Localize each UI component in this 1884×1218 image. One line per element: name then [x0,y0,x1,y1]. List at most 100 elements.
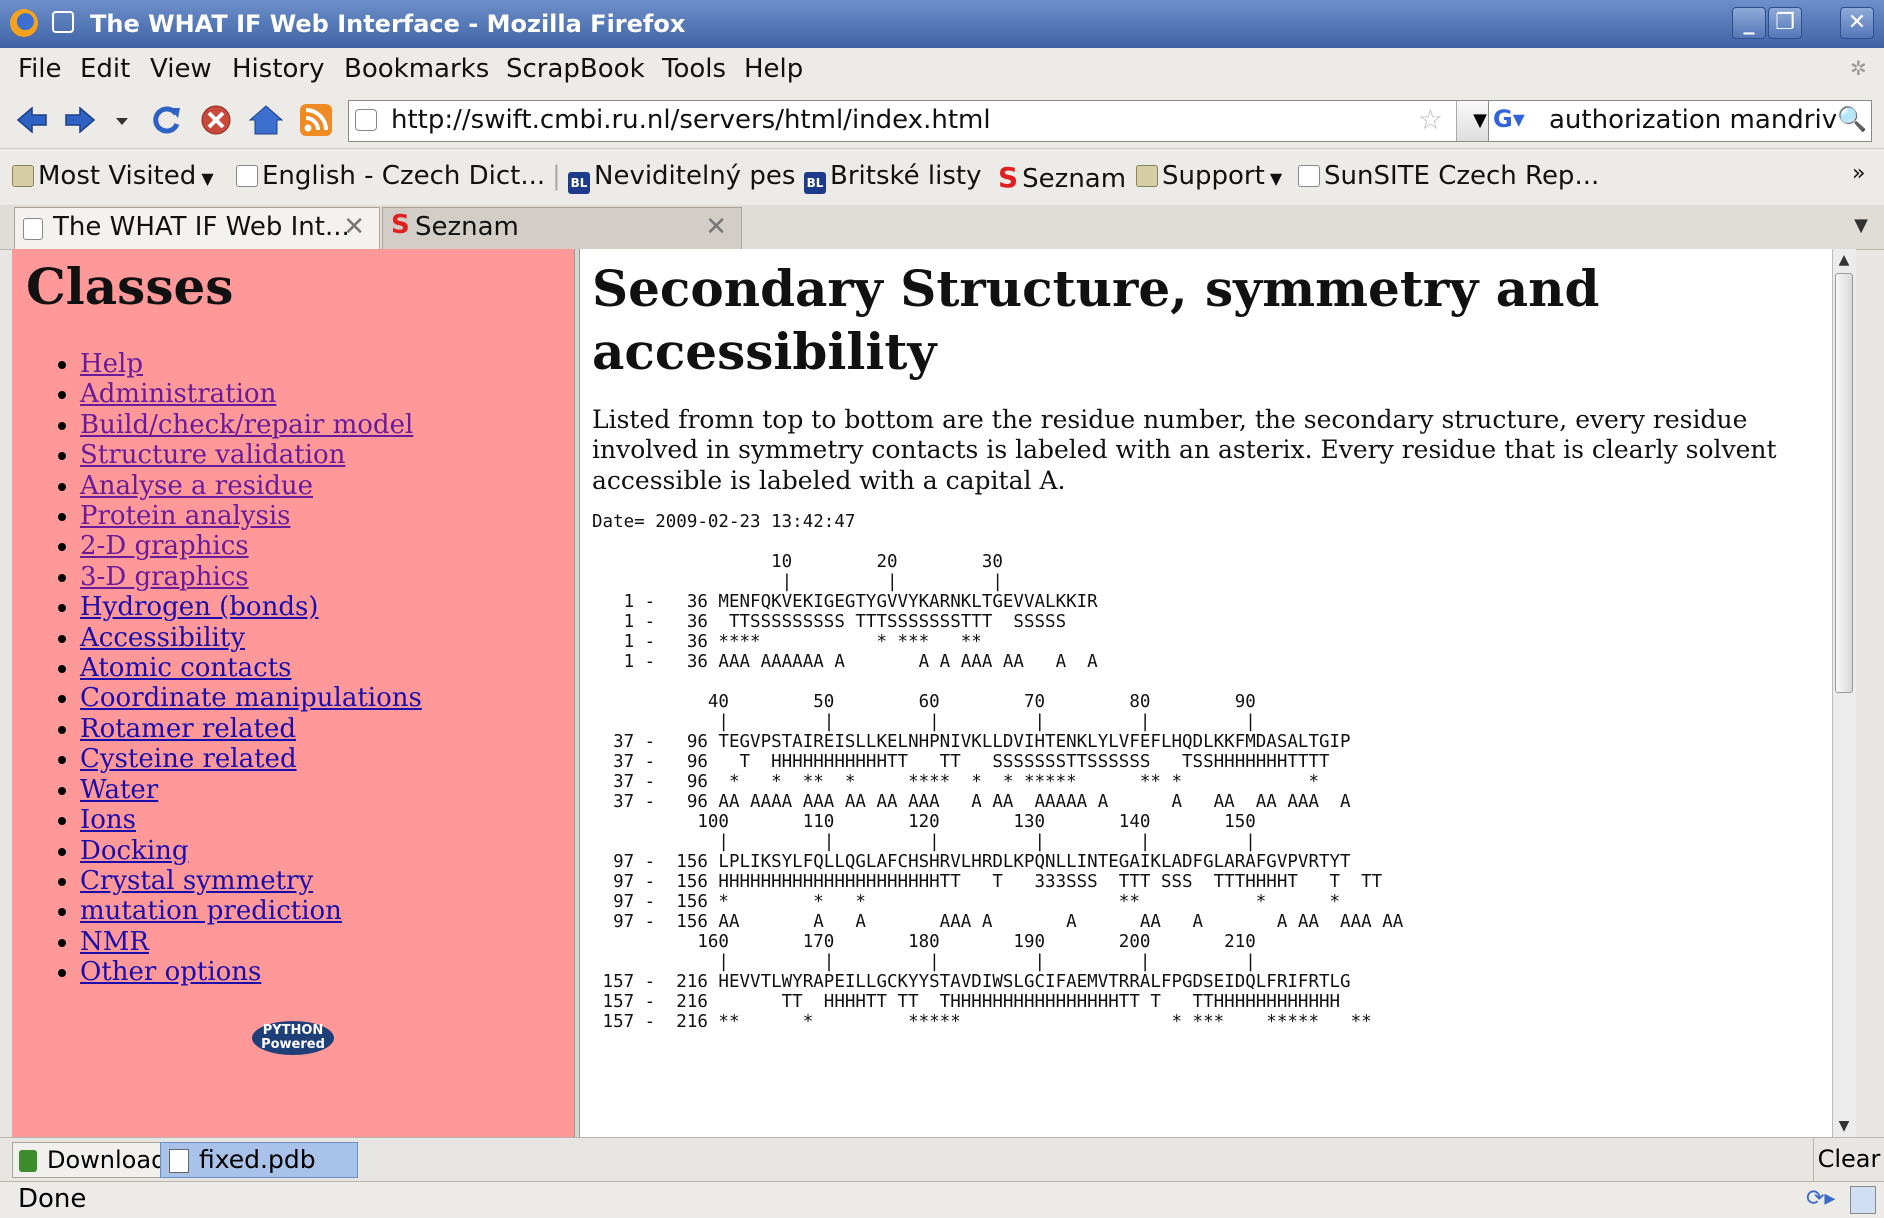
rss-feed-icon[interactable] [298,102,334,138]
bookmarks-toolbar: Most Visited ▼ English - Czech Dict... |… [0,149,1884,206]
python-powered-logo[interactable]: PYTHON Powered [252,1021,334,1055]
site-identity-icon[interactable] [355,109,377,131]
tab-whatif[interactable]: The WHAT IF Web Int... ✕ [14,207,380,249]
classes-sidebar: Classes Help Administration Build/check/… [12,249,574,1137]
list-item: Structure validation [80,440,422,470]
window-menu-icon[interactable] [52,11,74,33]
window-icon[interactable] [1850,1186,1876,1214]
list-item: mutation prediction [80,896,422,926]
url-text[interactable]: http://swift.cmbi.ru.nl/servers/html/ind… [391,105,991,135]
close-button[interactable]: ✕ [1840,7,1874,39]
class-link-other-options[interactable]: Other options [80,957,261,987]
list-item: Water [80,775,422,805]
page-title: Secondary Structure, symmetry and access… [592,259,1600,381]
class-link-accessibility[interactable]: Accessibility [80,623,245,653]
bookmark-nevidirelny-pes[interactable]: BL Neviditelný pes [568,161,795,194]
search-engine-icon[interactable]: G▾ [1493,105,1545,137]
class-link-crystal-symmetry[interactable]: Crystal symmetry [80,866,313,896]
bookmark-label: Seznam [1022,164,1127,194]
maximize-button[interactable]: ❐ [1768,7,1802,39]
close-tab-icon[interactable]: ✕ [343,212,365,242]
class-link-3d-graphics[interactable]: 3-D graphics [80,562,249,592]
menu-history[interactable]: History [232,54,325,84]
class-link-administration[interactable]: Administration [80,379,276,409]
bookmark-label: Most Visited [38,161,197,191]
list-item: Hydrogen (bonds) [80,592,422,622]
tab-list-dropdown-icon[interactable]: ▼ [1854,215,1868,236]
seznam-icon: S [391,210,410,240]
class-link-hydrogen-bonds[interactable]: Hydrogen (bonds) [80,592,318,622]
status-text: Done [18,1184,87,1214]
class-link-build-check-repair[interactable]: Build/check/repair model [80,410,413,440]
scroll-up-icon[interactable]: ▲ [1833,249,1855,271]
class-link-ions[interactable]: Ions [80,805,136,835]
bookmark-star-icon[interactable]: ☆ [1418,103,1443,136]
chevron-down-icon: ▼ [1264,169,1283,188]
seznam-icon: S [998,161,1019,194]
tab-seznam[interactable]: S Seznam ✕ [382,207,742,249]
bookmark-britske-listy[interactable]: BL Britské listy [804,161,981,194]
menu-file[interactable]: File [18,54,62,84]
list-item: Ions [80,805,422,835]
home-icon[interactable] [248,102,284,138]
download-filename: fixed.pdb [199,1145,316,1174]
frame-divider[interactable] [574,249,580,1137]
scroll-down-icon[interactable]: ▼ [1833,1115,1855,1137]
class-link-help[interactable]: Help [80,349,143,379]
class-link-atomic-contacts[interactable]: Atomic contacts [80,653,291,683]
bookmark-english-czech[interactable]: English - Czech Dict... [236,161,545,191]
stop-icon[interactable] [198,102,234,138]
forward-icon[interactable] [62,102,98,138]
list-item: Docking [80,836,422,866]
bookmark-label: SunSITE Czech Rep... [1324,161,1600,191]
vertical-scrollbar[interactable]: ▲ ▼ [1832,249,1856,1137]
minimize-button[interactable]: _ [1732,7,1766,39]
history-dropdown-icon[interactable] [110,102,134,138]
file-icon [169,1149,189,1173]
class-link-cysteine-related[interactable]: Cysteine related [80,744,297,774]
sequence-output: 10 20 30 | | | 1 - 36 MENFQKVEKIGEGTYGVV… [602,552,1404,1033]
reload-icon[interactable] [148,102,184,138]
menu-bookmarks[interactable]: Bookmarks [344,54,489,84]
page-content: Classes Help Administration Build/check/… [12,249,1856,1137]
bookmark-most-visited[interactable]: Most Visited ▼ [12,161,214,191]
clear-downloads-button[interactable]: Clear [1813,1138,1884,1182]
page-icon [1298,165,1320,187]
bookmark-seznam[interactable]: S Seznam [998,161,1126,194]
menu-view[interactable]: View [150,54,212,84]
bookmark-sunsite[interactable]: SunSITE Czech Rep... [1298,161,1599,191]
menu-scrapbook[interactable]: ScrapBook [506,54,645,84]
class-link-structure-validation[interactable]: Structure validation [80,440,345,470]
search-bar[interactable]: G▾ authorization mandriva 🔍 [1488,100,1872,142]
download-icon [19,1150,37,1172]
close-tab-icon[interactable]: ✕ [705,212,727,242]
class-link-water[interactable]: Water [80,775,158,805]
class-link-rotamer-related[interactable]: Rotamer related [80,714,296,744]
separator: | [552,161,561,191]
class-link-nmr[interactable]: NMR [80,927,149,957]
class-link-mutation-prediction[interactable]: mutation prediction [80,896,342,926]
class-link-2d-graphics[interactable]: 2-D graphics [80,531,249,561]
folder-icon [1136,165,1158,187]
download-item[interactable]: fixed.pdb [160,1142,358,1178]
list-item: 3-D graphics [80,562,422,592]
menu-tools[interactable]: Tools [662,54,726,84]
url-bar[interactable]: http://swift.cmbi.ru.nl/servers/html/ind… [348,100,1504,142]
menu-help[interactable]: Help [744,54,803,84]
search-icon[interactable]: 🔍 [1837,105,1867,133]
class-link-docking[interactable]: Docking [80,836,189,866]
back-icon[interactable] [14,102,50,138]
overflow-chevron-icon[interactable]: » [1852,161,1865,186]
sync-icon[interactable]: ⟳▸ [1806,1186,1836,1214]
menu-edit[interactable]: Edit [80,54,130,84]
list-item: Coordinate manipulations [80,683,422,713]
search-input[interactable]: authorization mandriva [1549,105,1853,135]
class-link-protein-analysis[interactable]: Protein analysis [80,501,291,531]
bookmark-folder-support[interactable]: Support ▼ [1136,161,1282,191]
class-link-coordinate-manipulations[interactable]: Coordinate manipulations [80,683,422,713]
scrollbar-thumb[interactable] [1835,273,1853,693]
class-link-analyse-residue[interactable]: Analyse a residue [80,471,313,501]
page-icon [236,165,258,187]
list-item: NMR [80,927,422,957]
classes-list: Help Administration Build/check/repair m… [32,349,422,988]
